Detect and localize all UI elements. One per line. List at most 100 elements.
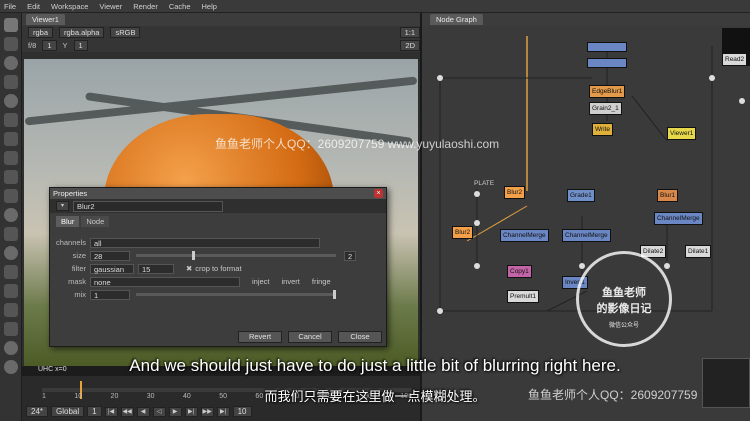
node-channelmerge-2[interactable]: ChannelMerge	[562, 229, 611, 242]
node-grain2-1[interactable]: Grain2_1	[589, 102, 622, 115]
tab-node[interactable]: Node	[81, 216, 110, 227]
filter-quality-field[interactable]: 15	[138, 263, 174, 274]
zoom-select[interactable]: 1:1	[399, 27, 420, 38]
node-grade1[interactable]: Grade1	[567, 189, 595, 202]
merge-tool-icon[interactable]	[4, 151, 18, 165]
play-backward-icon[interactable]: ◁	[152, 406, 166, 417]
properties-title: Properties	[53, 189, 88, 198]
furnace-tool-icon[interactable]	[4, 322, 18, 336]
tab-blur[interactable]: Blur	[56, 216, 80, 227]
node-menu-icon[interactable]: ▾	[56, 201, 69, 211]
prev-frame-icon[interactable]: ◀	[136, 406, 150, 417]
tab-node-graph[interactable]: Node Graph	[430, 14, 483, 25]
metadata-tool-icon[interactable]	[4, 246, 18, 260]
next-key-icon[interactable]: ▶▶	[200, 406, 214, 417]
next-frame-icon[interactable]: ▶|	[184, 406, 198, 417]
plugin-tool-icon[interactable]	[4, 341, 18, 355]
fstop-label[interactable]: f/8	[28, 41, 36, 50]
time-tool-icon[interactable]	[4, 56, 18, 70]
stamp-line-3: 微信公众号	[608, 323, 639, 329]
menu-viewer[interactable]: Viewer	[99, 2, 122, 11]
playback-controls: 24* Global 1 |◀ ◀◀ ◀ ◁ ▶ ▶| ▶▶ ▶| 10	[26, 406, 252, 417]
size-slider-knob[interactable]	[192, 251, 195, 260]
channels-field[interactable]: all	[90, 237, 320, 248]
global-select[interactable]: Global	[51, 406, 85, 417]
menu-render[interactable]: Render	[133, 2, 158, 11]
node-channelmerge-3[interactable]: ChannelMerge	[654, 212, 703, 225]
play-icon[interactable]: ▶	[168, 406, 182, 417]
y-label: Y	[62, 41, 68, 50]
close-button[interactable]: Close	[338, 331, 382, 343]
crop-checkbox[interactable]: ✖	[186, 264, 192, 273]
other-tool-icon[interactable]	[4, 303, 18, 317]
last-frame-icon[interactable]: ▶|	[216, 406, 230, 417]
views-tool-icon[interactable]	[4, 208, 18, 222]
cancel-button[interactable]: Cancel	[288, 331, 332, 343]
filter-tool-icon[interactable]	[4, 113, 18, 127]
y-field[interactable]: 1	[73, 40, 88, 51]
fps-select[interactable]: 24*	[26, 406, 49, 417]
mix-slider-knob[interactable]	[333, 290, 336, 299]
image-tool-icon[interactable]	[4, 18, 18, 32]
channels-select[interactable]: rgba	[28, 27, 54, 38]
mix-field[interactable]: 1	[90, 289, 130, 300]
particles-tool-icon[interactable]	[4, 265, 18, 279]
node-premult1[interactable]: Premult1	[507, 290, 540, 303]
size-right-field[interactable]: 2	[344, 250, 357, 261]
filter-label: filter	[71, 264, 86, 273]
node-edgeblur1[interactable]: EdgeBlur1	[589, 85, 626, 98]
node-blur1[interactable]: Blur1	[657, 189, 679, 202]
node-top-2[interactable]	[587, 58, 627, 68]
menu-workspace[interactable]: Workspace	[51, 2, 88, 11]
menu-edit[interactable]: Edit	[27, 2, 40, 11]
viewer-controls: rgba rgba.alpha sRGB 1:1	[22, 26, 420, 39]
node-blur2-main[interactable]: Blur2	[504, 186, 526, 199]
properties-panel: Properties × ▾ Blur2 Blur Node channels …	[49, 187, 387, 347]
revert-button[interactable]: Revert	[238, 331, 282, 343]
channel-tool-icon[interactable]	[4, 75, 18, 89]
draw-tool-icon[interactable]	[4, 37, 18, 51]
keyer-tool-icon[interactable]	[4, 132, 18, 146]
alpha-select[interactable]: rgba.alpha	[59, 27, 105, 38]
tab-viewer1[interactable]: Viewer1	[26, 14, 65, 25]
stamp-line-1: 鱼鱼老师	[602, 287, 646, 299]
3d-tool-icon[interactable]	[4, 189, 18, 203]
subtitle-english: And we should just have to do just a lit…	[129, 356, 621, 375]
node-plate-label: PLATE	[472, 178, 497, 189]
mix-slider[interactable]	[136, 290, 336, 299]
node-dilate1[interactable]: Dilate1	[685, 245, 712, 258]
view-mode-select[interactable]: 2D	[400, 40, 420, 51]
prev-key-icon[interactable]: ◀◀	[120, 406, 134, 417]
step-field[interactable]: 10	[232, 406, 252, 417]
start-frame-field[interactable]: 1	[87, 406, 102, 417]
watermark-stamp: 鱼鱼老师 的影像日记 微信公众号	[576, 251, 672, 347]
node-channelmerge-1[interactable]: ChannelMerge	[500, 229, 549, 242]
transform-tool-icon[interactable]	[4, 170, 18, 184]
invert-label[interactable]: invert	[282, 277, 300, 286]
node-viewer1[interactable]: Viewer1	[667, 127, 697, 140]
node-top-1[interactable]	[587, 42, 627, 52]
node-name-field[interactable]: Blur2	[73, 200, 223, 212]
stamp-line-2: 的影像日记	[596, 303, 652, 315]
inject-label[interactable]: inject	[252, 277, 270, 286]
first-frame-icon[interactable]: |◀	[104, 406, 118, 417]
mask-select[interactable]: none	[90, 276, 240, 287]
menu-bar: File Edit Workspace Viewer Render Cache …	[0, 0, 750, 13]
filter-select[interactable]: gaussian	[90, 263, 134, 274]
menu-cache[interactable]: Cache	[169, 2, 191, 11]
menu-file[interactable]: File	[4, 2, 16, 11]
node-blur2-side[interactable]: Blur2	[452, 226, 474, 239]
size-field[interactable]: 28	[90, 250, 130, 261]
size-slider[interactable]	[136, 251, 336, 260]
frame-field[interactable]: 1	[42, 40, 57, 51]
fringe-label[interactable]: fringe	[312, 277, 331, 286]
colorspace-select[interactable]: sRGB	[110, 27, 141, 38]
color-tool-icon[interactable]	[4, 94, 18, 108]
node-copy1[interactable]: Copy1	[507, 265, 532, 278]
menu-help[interactable]: Help	[202, 2, 217, 11]
deep-tool-icon[interactable]	[4, 227, 18, 241]
close-icon[interactable]: ×	[374, 189, 383, 198]
toolsets-tool-icon[interactable]	[4, 284, 18, 298]
node-read2[interactable]: Read2	[722, 53, 748, 66]
node-write[interactable]: Write	[592, 123, 614, 136]
